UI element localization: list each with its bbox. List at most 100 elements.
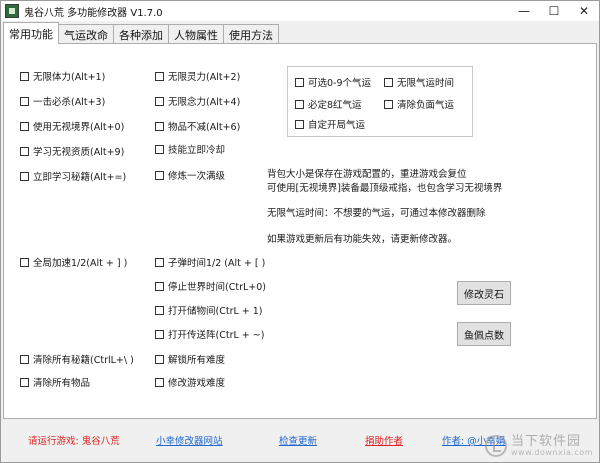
checkbox-label: 子弹时间1/2 (Alt + [ ) [168,258,266,269]
checkbox-box[interactable] [295,119,304,129]
checkbox-instant-learn-manual[interactable]: 立即学习秘籍(Alt+=) [20,169,126,183]
window-title: 鬼谷八荒 多功能修改器 V1.7.0 [24,7,163,19]
checkbox-selectable-fortunes[interactable]: 可选0-9个气运 [295,75,371,89]
checkbox-box[interactable] [295,77,304,87]
checkbox-box[interactable] [155,71,164,81]
checkbox-open-storage[interactable]: 打开储物间(CtrL + 1) [155,303,263,317]
tab-common-functions[interactable]: 常用功能 [3,22,59,44]
info-backpack-note: 背包大小是保存在游戏配置的，重进游戏会复位 [267,169,467,180]
checkbox-label: 全局加速1/2(Alt + ] ) [33,258,128,269]
checkbox-infinite-mind[interactable]: 无限念力(Alt+4) [155,94,240,108]
checkbox-box[interactable] [20,354,29,364]
checkbox-box[interactable] [155,257,164,267]
tab-strip: 常用功能 气运改命 各种添加 人物属性 使用方法 [3,22,279,44]
checkbox-label: 无限灵力(Alt+2) [168,72,241,83]
checkbox-box[interactable] [384,77,393,87]
window-controls: — ☐ ✕ [509,1,599,21]
maximize-button[interactable]: ☐ [539,1,569,21]
checkbox-unlock-all-difficulties[interactable]: 解锁所有难度 [155,352,225,366]
checkbox-label: 无限气运时间 [397,78,455,89]
checkbox-items-no-decrease[interactable]: 物品不减(Alt+6) [155,119,240,133]
checkbox-box[interactable] [20,71,29,81]
checkbox-clear-all-items[interactable]: 清除所有物品 [20,375,90,389]
checkbox-box[interactable] [20,121,29,131]
donate-author-link[interactable]: 捐助作者 [365,433,403,447]
close-button[interactable]: ✕ [569,1,599,21]
checkbox-one-hit-kill[interactable]: 一击必杀(Alt+3) [20,94,105,108]
watermark-text: 当下软件园 www.downxia.com [510,433,593,458]
checkbox-box[interactable] [155,121,164,131]
checkbox-box[interactable] [155,144,164,154]
checkbox-box[interactable] [20,377,29,387]
checkbox-infinite-stamina[interactable]: 无限体力(Alt+1) [20,69,105,83]
app-icon [5,4,19,18]
checkbox-box[interactable] [155,377,164,387]
fortune-group: 可选0-9个气运 无限气运时间 必定8红气运 清除负面气运 自定开局气运 [287,66,473,137]
checkbox-bullet-time-half[interactable]: 子弹时间1/2 (Alt + [ ) [155,255,265,269]
checkbox-label: 学习无视资质(Alt+9) [33,147,125,158]
checkbox-clear-negative-fortunes[interactable]: 清除负面气运 [384,97,454,111]
checkbox-infinite-fortune-time[interactable]: 无限气运时间 [384,75,454,89]
checkbox-label: 可选0-9个气运 [308,78,372,89]
tab-fortune[interactable]: 气运改命 [58,24,114,44]
checkbox-box[interactable] [295,99,304,109]
common-functions-panel: 无限体力(Alt+1) 一击必杀(Alt+3) 使用无视境界(Alt+0) 学习… [3,43,597,419]
site-watermark: 当下软件园 www.downxia.com [484,433,593,458]
fish-pendant-points-button[interactable]: 鱼佩点数 [457,322,511,346]
checkbox-box[interactable] [155,329,164,339]
checkbox-one-time-max-cultivation[interactable]: 修炼一次满级 [155,168,225,182]
trainer-window: 鬼谷八荒 多功能修改器 V1.7.0 — ☐ ✕ 常用功能 气运改命 各种添加 … [0,0,600,463]
minimize-button[interactable]: — [509,1,539,21]
checkbox-label: 停止世界时间(CtrL+0) [168,282,266,293]
checkbox-custom-start-fortune[interactable]: 自定开局气运 [295,117,365,131]
checkbox-box[interactable] [20,171,29,181]
checkbox-box[interactable] [384,99,393,109]
checkbox-label: 修炼一次满级 [168,171,226,182]
checkbox-ignore-aptitude-learn[interactable]: 学习无视资质(Alt+9) [20,144,124,158]
checkbox-box[interactable] [155,305,164,315]
checkbox-label: 打开储物间(CtrL + 1) [168,306,263,317]
checkbox-box[interactable] [155,96,164,106]
checkbox-label: 无限念力(Alt+4) [168,97,241,108]
watermark-cn: 当下软件园 [510,433,581,449]
check-update-link[interactable]: 检查更新 [279,433,317,447]
checkbox-open-teleport-array[interactable]: 打开传送阵(CtrL + ~) [155,327,264,341]
modify-spirit-stones-button[interactable]: 修改灵石 [457,281,511,305]
tab-usage[interactable]: 使用方法 [223,24,279,44]
tab-add-items[interactable]: 各种添加 [113,24,169,44]
checkbox-stop-world-time[interactable]: 停止世界时间(CtrL+0) [155,279,266,293]
checkbox-label: 自定开局气运 [308,120,366,131]
info-update-note: 如果游戏更新后有功能失效，请更新修改器。 [267,234,458,245]
title-bar[interactable]: 鬼谷八荒 多功能修改器 V1.7.0 — ☐ ✕ [1,1,599,21]
watermark-en: www.downxia.com [510,448,593,458]
run-game-prompt: 请运行游戏: 鬼谷八荒 [28,436,120,447]
checkbox-box[interactable] [155,170,164,180]
checkbox-label: 解锁所有难度 [168,355,226,366]
checkbox-label: 物品不减(Alt+6) [168,122,241,133]
checkbox-ignore-realm-use[interactable]: 使用无视境界(Alt+0) [20,119,124,133]
checkbox-label: 打开传送阵(CtrL + ~) [168,330,265,341]
checkbox-guaranteed-red-fortunes[interactable]: 必定8红气运 [295,97,362,111]
checkbox-label: 一击必杀(Alt+3) [33,97,106,108]
watermark-logo-icon [484,435,507,458]
checkbox-label: 必定8红气运 [308,100,362,111]
checkbox-label: 清除负面气运 [397,100,455,111]
tab-character-attributes[interactable]: 人物属性 [168,24,224,44]
checkbox-label: 清除所有物品 [33,378,91,389]
checkbox-box[interactable] [20,146,29,156]
checkbox-box[interactable] [155,354,164,364]
checkbox-infinite-spirit[interactable]: 无限灵力(Alt+2) [155,69,240,83]
checkbox-label: 无限体力(Alt+1) [33,72,106,83]
checkbox-clear-all-manuals[interactable]: 清除所有秘籍(CtrlL+\ ) [20,352,134,366]
checkbox-label: 修改游戏难度 [168,378,226,389]
checkbox-label: 技能立即冷却 [168,145,226,156]
checkbox-box[interactable] [155,281,164,291]
checkbox-instant-cooldown[interactable]: 技能立即冷却 [155,142,225,156]
checkbox-global-speed-half[interactable]: 全局加速1/2(Alt + ] ) [20,255,127,269]
trainer-website-link[interactable]: 小幸修改器网站 [156,433,223,447]
checkbox-modify-game-difficulty[interactable]: 修改游戏难度 [155,375,225,389]
checkbox-box[interactable] [20,96,29,106]
checkbox-label: 清除所有秘籍(CtrlL+\ ) [33,355,134,366]
checkbox-label: 立即学习秘籍(Alt+=) [33,172,127,183]
checkbox-box[interactable] [20,257,29,267]
